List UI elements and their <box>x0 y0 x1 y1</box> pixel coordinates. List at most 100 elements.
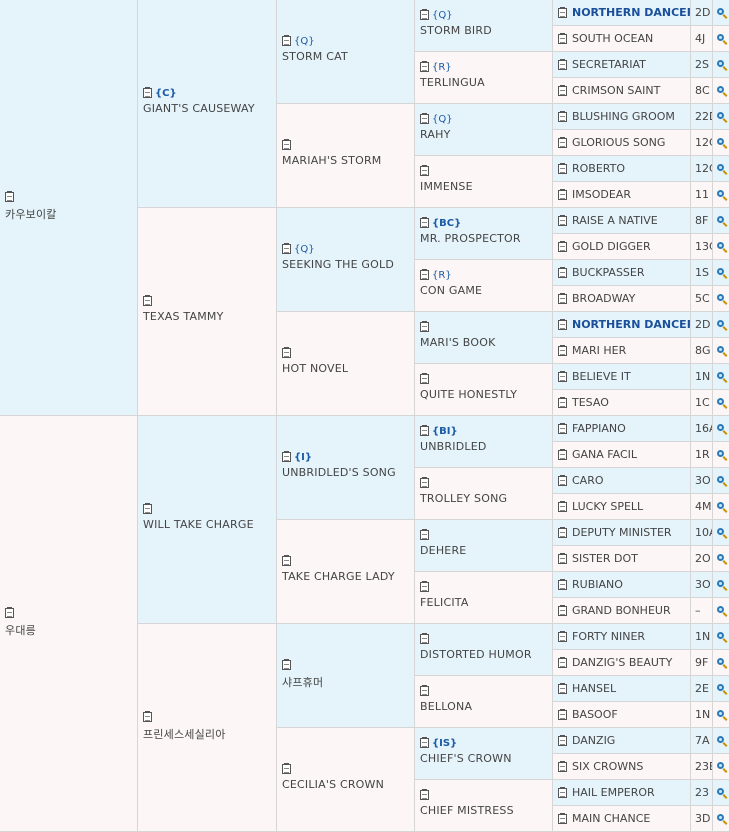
clipboard-icon[interactable] <box>420 321 429 332</box>
search-button[interactable] <box>713 156 729 182</box>
horse-name-link[interactable]: CON GAME <box>420 284 482 297</box>
search-button[interactable] <box>713 598 729 624</box>
horse-name-link[interactable]: ROBERTO <box>572 162 625 175</box>
clipboard-icon[interactable] <box>282 659 291 670</box>
horse-name-link[interactable]: FELICITA <box>420 596 469 609</box>
horse-name-link[interactable]: SIX CROWNS <box>572 760 643 773</box>
horse-name-link[interactable]: HAIL EMPEROR <box>572 786 655 799</box>
clipboard-icon[interactable] <box>420 373 429 384</box>
clipboard-icon[interactable] <box>558 735 567 746</box>
search-button[interactable] <box>713 494 729 520</box>
search-button[interactable] <box>713 286 729 312</box>
horse-name-link[interactable]: TROLLEY SONG <box>420 492 507 505</box>
clipboard-icon[interactable] <box>282 243 291 254</box>
search-button[interactable] <box>713 416 729 442</box>
search-button[interactable] <box>713 260 729 286</box>
horse-name-link[interactable]: DANZIG <box>572 734 615 747</box>
clipboard-icon[interactable] <box>558 709 567 720</box>
horse-name-link[interactable]: NORTHERN DANCER <box>572 6 690 19</box>
clipboard-icon[interactable] <box>558 449 567 460</box>
search-button[interactable] <box>713 52 729 78</box>
clipboard-icon[interactable] <box>420 789 429 800</box>
clipboard-icon[interactable] <box>558 761 567 772</box>
search-button[interactable] <box>713 390 729 416</box>
clipboard-icon[interactable] <box>5 191 14 202</box>
clipboard-icon[interactable] <box>143 503 152 514</box>
horse-name-link[interactable]: BELIEVE IT <box>572 370 631 383</box>
horse-name-link[interactable]: DEHERE <box>420 544 466 557</box>
search-button[interactable] <box>713 364 729 390</box>
clipboard-icon[interactable] <box>420 269 429 280</box>
horse-name-link[interactable]: SOUTH OCEAN <box>572 32 653 45</box>
horse-name-link[interactable]: SECRETARIAT <box>572 58 646 71</box>
horse-name-link[interactable]: HANSEL <box>572 682 616 695</box>
clipboard-icon[interactable] <box>420 633 429 644</box>
search-button[interactable] <box>713 338 729 364</box>
horse-name-link[interactable]: GOLD DIGGER <box>572 240 651 253</box>
horse-name-link[interactable]: BASOOF <box>572 708 618 721</box>
horse-name-link[interactable]: HOT NOVEL <box>282 362 348 375</box>
horse-name-link[interactable]: BROADWAY <box>572 292 635 305</box>
search-button[interactable] <box>713 780 729 806</box>
horse-name-link[interactable]: BELLONA <box>420 700 472 713</box>
clipboard-icon[interactable] <box>558 787 567 798</box>
horse-name-link[interactable]: UNBRIDLED'S SONG <box>282 466 396 479</box>
horse-name-link[interactable]: NORTHERN DANCER <box>572 318 690 331</box>
horse-name-link[interactable]: LUCKY SPELL <box>572 500 643 513</box>
clipboard-icon[interactable] <box>282 451 291 462</box>
clipboard-icon[interactable] <box>558 475 567 486</box>
clipboard-icon[interactable] <box>558 657 567 668</box>
search-button[interactable] <box>713 182 729 208</box>
search-button[interactable] <box>713 26 729 52</box>
clipboard-icon[interactable] <box>558 59 567 70</box>
clipboard-icon[interactable] <box>558 371 567 382</box>
search-button[interactable] <box>713 104 729 130</box>
clipboard-icon[interactable] <box>558 189 567 200</box>
clipboard-icon[interactable] <box>558 267 567 278</box>
clipboard-icon[interactable] <box>558 293 567 304</box>
search-button[interactable] <box>713 442 729 468</box>
clipboard-icon[interactable] <box>420 113 429 124</box>
search-button[interactable] <box>713 130 729 156</box>
clipboard-icon[interactable] <box>558 7 567 18</box>
clipboard-icon[interactable] <box>143 711 152 722</box>
clipboard-icon[interactable] <box>420 165 429 176</box>
horse-name-link[interactable]: BLUSHING GROOM <box>572 110 675 123</box>
search-button[interactable] <box>713 650 729 676</box>
clipboard-icon[interactable] <box>282 555 291 566</box>
search-button[interactable] <box>713 520 729 546</box>
search-button[interactable] <box>713 572 729 598</box>
horse-name-link[interactable]: SISTER DOT <box>572 552 638 565</box>
clipboard-icon[interactable] <box>558 527 567 538</box>
horse-name-link[interactable]: BUCKPASSER <box>572 266 645 279</box>
search-button[interactable] <box>713 702 729 728</box>
horse-name-link[interactable]: CECILIA'S CROWN <box>282 778 384 791</box>
clipboard-icon[interactable] <box>558 215 567 226</box>
clipboard-icon[interactable] <box>558 241 567 252</box>
horse-name-link[interactable]: CARO <box>572 474 604 487</box>
horse-name-link[interactable]: MARI'S BOOK <box>420 336 496 349</box>
horse-name-link[interactable]: 우대릉 <box>5 622 36 638</box>
horse-name-link[interactable]: DISTORTED HUMOR <box>420 648 532 661</box>
clipboard-icon[interactable] <box>558 683 567 694</box>
clipboard-icon[interactable] <box>420 581 429 592</box>
search-button[interactable] <box>713 208 729 234</box>
horse-name-link[interactable]: FORTY NINER <box>572 630 645 643</box>
search-button[interactable] <box>713 0 729 26</box>
clipboard-icon[interactable] <box>282 35 291 46</box>
clipboard-icon[interactable] <box>558 137 567 148</box>
search-button[interactable] <box>713 728 729 754</box>
horse-name-link[interactable]: SEEKING THE GOLD <box>282 258 394 271</box>
horse-name-link[interactable]: CHIEF'S CROWN <box>420 752 512 765</box>
clipboard-icon[interactable] <box>558 111 567 122</box>
clipboard-icon[interactable] <box>420 217 429 228</box>
clipboard-icon[interactable] <box>558 423 567 434</box>
clipboard-icon[interactable] <box>282 347 291 358</box>
clipboard-icon[interactable] <box>558 553 567 564</box>
horse-name-link[interactable]: STORM CAT <box>282 50 348 63</box>
clipboard-icon[interactable] <box>143 295 152 306</box>
clipboard-icon[interactable] <box>420 61 429 72</box>
search-button[interactable] <box>713 806 729 832</box>
horse-name-link[interactable]: 샤프휴머 <box>282 674 323 690</box>
horse-name-link[interactable]: TERLINGUA <box>420 76 485 89</box>
